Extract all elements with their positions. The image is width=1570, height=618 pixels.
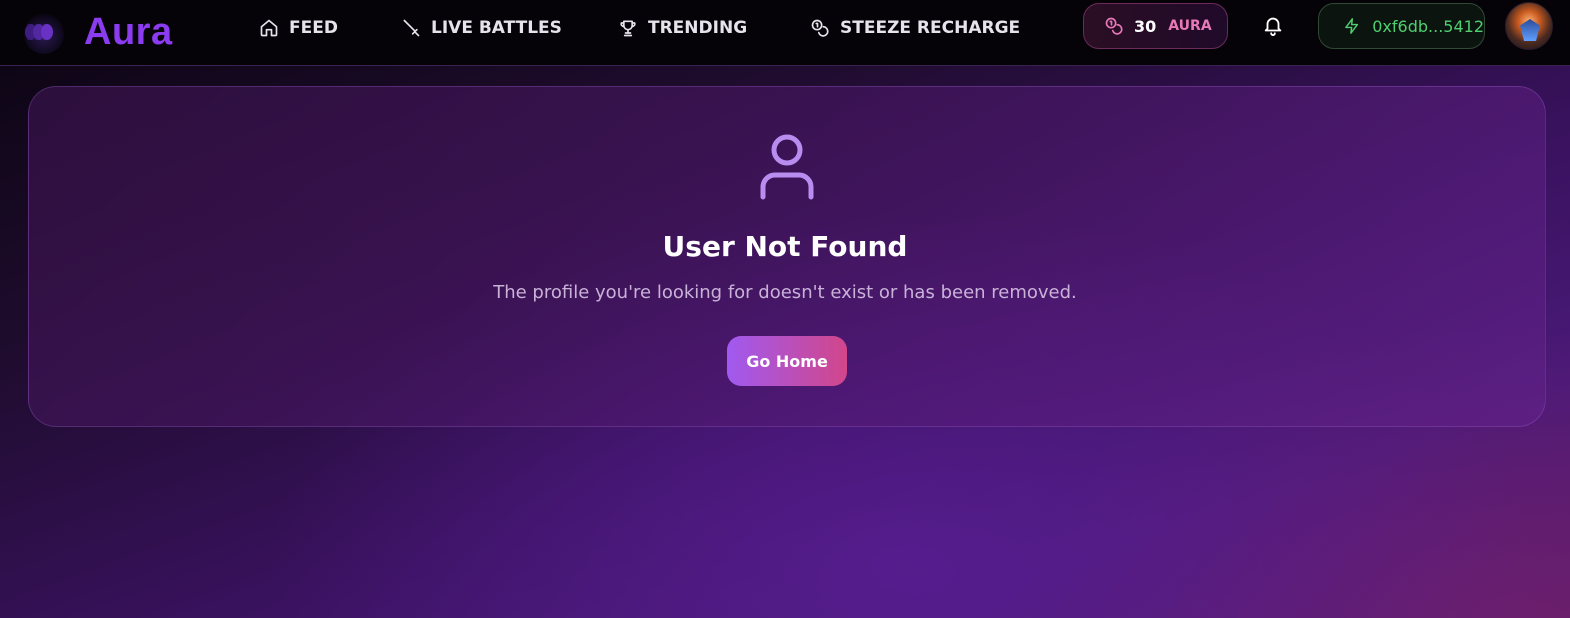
nav-feed[interactable]: FEED [259,14,338,42]
nav-trending[interactable]: TRENDING [618,14,747,42]
coins-icon [1105,17,1123,35]
wallet-button[interactable]: 0xf6db...5412 [1318,3,1485,49]
nav-steeze-recharge[interactable]: STEEZE RECHARGE [810,14,1020,42]
logo-icon [20,12,68,54]
nav-steeze-label: STEEZE RECHARGE [840,18,1021,38]
page-title: User Not Found [662,230,908,263]
nav-trending-label: TRENDING [648,18,748,38]
trophy-icon [620,20,636,37]
aura-balance[interactable]: 30 AURA [1083,3,1228,49]
user-icon [760,134,814,200]
error-message: The profile you're looking for doesn't e… [493,282,1077,303]
brand-logo[interactable]: Aura [20,8,173,56]
sword-icon [403,19,420,37]
go-home-button[interactable]: Go Home [727,336,847,386]
aura-balance-unit: AURA [1168,18,1212,34]
top-navbar: Aura FEED LIVE BATTLES TRENDING STEEZE R… [0,0,1570,66]
coins-icon [811,19,829,37]
brand-name: Aura [84,10,173,53]
nav-feed-label: FEED [289,18,338,38]
nav-live-battles-label: LIVE BATTLES [431,18,562,38]
nav-live-battles[interactable]: LIVE BATTLES [401,14,562,42]
home-icon [260,19,278,37]
avatar[interactable] [1505,2,1553,50]
aura-balance-count: 30 [1134,16,1157,36]
bell-icon[interactable] [1262,14,1284,36]
wallet-address: 0xf6db...5412 [1372,16,1484,36]
lightning-icon [1345,18,1359,34]
